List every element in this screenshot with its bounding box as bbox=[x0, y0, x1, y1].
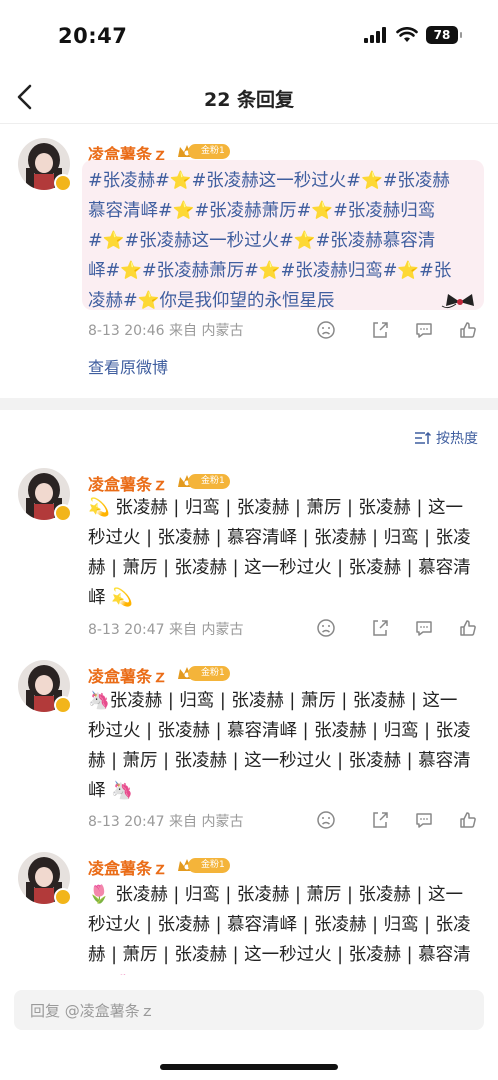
comment-meta: 8-13 20:46 来自 内蒙古 bbox=[88, 323, 244, 339]
comment-text: #张凌赫#⭐#张凌赫这一秒过火#⭐#张凌赫 慕容清峄#⭐#张凌赫萧厉#⭐#张凌赫… bbox=[88, 166, 483, 316]
like-icon[interactable] bbox=[458, 618, 478, 638]
reply-line: 赫 | 萧厉 | 张凌赫 | 这一秒过火 | 张凌赫 | 慕容清 bbox=[88, 945, 471, 965]
verified-badge-icon bbox=[54, 174, 72, 192]
dislike-face-icon[interactable] bbox=[316, 320, 336, 340]
section-separator bbox=[0, 398, 498, 410]
cellular-signal-icon bbox=[364, 27, 386, 43]
wifi-icon bbox=[396, 27, 418, 42]
comment-line: 凌赫#⭐你是我仰望的永恒星辰 bbox=[88, 291, 335, 311]
comment-icon[interactable] bbox=[414, 810, 434, 830]
like-icon[interactable] bbox=[458, 810, 478, 830]
status-time: 20:47 bbox=[58, 24, 128, 48]
verified-badge-icon bbox=[54, 888, 72, 906]
sort-toggle[interactable]: 按热度 bbox=[414, 428, 478, 448]
reply-text: 🦄张凌赫 | 归鸾 | 张凌赫 | 萧厉 | 张凌赫 | 这一 秒过火 | 张凌… bbox=[88, 686, 483, 806]
comment-icon[interactable] bbox=[414, 320, 434, 340]
verified-badge-icon bbox=[54, 696, 72, 714]
reply-line: 💫 张凌赫 | 归鸾 | 张凌赫 | 萧厉 | 张凌赫 | 这一 bbox=[88, 498, 463, 518]
fan-badge[interactable]: 金粉1 bbox=[176, 473, 230, 490]
sort-label: 按热度 bbox=[436, 431, 478, 447]
reply-line: 赫 | 萧厉 | 张凌赫 | 这一秒过火 | 张凌赫 | 慕容清 bbox=[88, 558, 471, 578]
reply-line: 秒过火 | 张凌赫 | 慕容清峄 | 张凌赫 | 归鸾 | 张凌 bbox=[88, 721, 471, 741]
header-divider bbox=[0, 123, 498, 124]
reply-line: 赫 | 萧厉 | 张凌赫 | 这一秒过火 | 张凌赫 | 慕容清 bbox=[88, 751, 471, 771]
reply-meta: 8-13 20:47 来自 内蒙古 bbox=[88, 814, 244, 830]
status-icons: 78 bbox=[364, 26, 462, 44]
verified-badge-icon bbox=[54, 504, 72, 522]
fan-badge[interactable]: 金粉1 bbox=[176, 143, 230, 160]
share-icon[interactable] bbox=[370, 810, 390, 830]
reply-line: 秒过火 | 张凌赫 | 慕容清峄 | 张凌赫 | 归鸾 | 张凌 bbox=[88, 528, 471, 548]
home-indicator bbox=[160, 1064, 338, 1070]
dislike-face-icon[interactable] bbox=[316, 618, 336, 638]
reply-text: 💫 张凌赫 | 归鸾 | 张凌赫 | 萧厉 | 张凌赫 | 这一 秒过火 | 张… bbox=[88, 493, 483, 613]
sort-icon bbox=[415, 431, 432, 444]
dislike-face-icon[interactable] bbox=[316, 810, 336, 830]
reply-line: 🦄张凌赫 | 归鸾 | 张凌赫 | 萧厉 | 张凌赫 | 这一 bbox=[88, 691, 458, 711]
fan-badge-label: 金粉1 bbox=[188, 666, 230, 681]
fan-badge[interactable]: 金粉1 bbox=[176, 857, 230, 874]
fan-badge-label: 金粉1 bbox=[188, 474, 230, 489]
reply-line: 秒过火 | 张凌赫 | 慕容清峄 | 张凌赫 | 归鸾 | 张凌 bbox=[88, 915, 471, 935]
like-icon[interactable] bbox=[458, 320, 478, 340]
view-original-link[interactable]: 查看原微博 bbox=[88, 354, 168, 378]
nav-bar: 22 条回复 bbox=[0, 72, 498, 122]
status-bar: 20:47 78 bbox=[0, 0, 498, 68]
reply-placeholder: 回复 @凌盒薯条ｚ bbox=[30, 1002, 155, 1020]
fan-badge-label: 金粉1 bbox=[188, 144, 230, 159]
comment-line: 峄#⭐#张凌赫萧厉#⭐#张凌赫归鸾#⭐#张 bbox=[88, 261, 452, 281]
username[interactable]: 凌盒薯条ｚ bbox=[88, 471, 168, 495]
comment-line: #⭐#张凌赫这一秒过火#⭐#张凌赫慕容清 bbox=[88, 231, 436, 251]
page-title: 22 条回复 bbox=[203, 89, 295, 111]
reply-line: 峄 🦄 bbox=[88, 781, 133, 801]
fan-badge-label: 金粉1 bbox=[188, 858, 230, 873]
fan-badge[interactable]: 金粉1 bbox=[176, 665, 230, 682]
username[interactable]: 凌盒薯条ｚ bbox=[88, 663, 168, 687]
share-icon[interactable] bbox=[370, 320, 390, 340]
reply-input[interactable]: 回复 @凌盒薯条ｚ bbox=[14, 990, 484, 1030]
battery-level: 78 bbox=[433, 28, 451, 42]
comment-icon[interactable] bbox=[414, 618, 434, 638]
battery-indicator: 78 bbox=[426, 26, 462, 44]
reply-meta: 8-13 20:47 来自 内蒙古 bbox=[88, 622, 244, 638]
share-icon[interactable] bbox=[370, 618, 390, 638]
reply-line: 峄 💫 bbox=[88, 588, 133, 608]
comment-line: #张凌赫#⭐#张凌赫这一秒过火#⭐#张凌赫 bbox=[88, 171, 450, 191]
comment-line: 慕容清峄#⭐#张凌赫萧厉#⭐#张凌赫归鸾 bbox=[88, 201, 436, 221]
username[interactable]: 凌盒薯条ｚ bbox=[88, 855, 168, 879]
reply-line: 🌷 张凌赫 | 归鸾 | 张凌赫 | 萧厉 | 张凌赫 | 这一 bbox=[88, 885, 463, 905]
